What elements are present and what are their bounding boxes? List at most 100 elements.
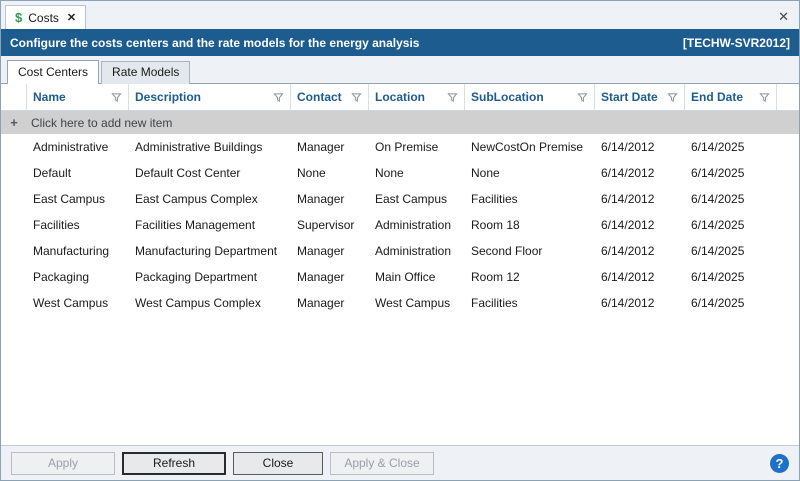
filter-icon[interactable] bbox=[577, 92, 588, 103]
footer: Apply Refresh Close Apply & Close ? bbox=[1, 445, 799, 480]
table-cell[interactable]: East Campus bbox=[369, 192, 465, 206]
table-row[interactable]: FacilitiesFacilities ManagementSuperviso… bbox=[1, 212, 799, 238]
apply-button[interactable]: Apply bbox=[11, 452, 115, 475]
header-gutter bbox=[1, 84, 27, 110]
add-row-label: Click here to add new item bbox=[27, 116, 799, 130]
help-icon[interactable]: ? bbox=[770, 454, 789, 473]
table-cell[interactable]: Administration bbox=[369, 218, 465, 232]
table-cell[interactable]: Facilities bbox=[465, 296, 595, 310]
table-cell[interactable]: West Campus Complex bbox=[129, 296, 291, 310]
banner-text: Configure the costs centers and the rate… bbox=[10, 36, 419, 50]
table-cell[interactable]: East Campus bbox=[27, 192, 129, 206]
table-cell[interactable]: Manager bbox=[291, 244, 369, 258]
table-cell[interactable]: Manufacturing bbox=[27, 244, 129, 258]
table-cell[interactable]: On Premise bbox=[369, 140, 465, 154]
apply-and-close-button[interactable]: Apply & Close bbox=[330, 452, 434, 475]
filter-icon[interactable] bbox=[759, 92, 770, 103]
column-header-label: Name bbox=[33, 90, 66, 104]
table-cell[interactable]: West Campus bbox=[27, 296, 129, 310]
filter-icon[interactable] bbox=[667, 92, 678, 103]
table-row[interactable]: AdministrativeAdministrative BuildingsMa… bbox=[1, 134, 799, 160]
table-cell[interactable]: 6/14/2025 bbox=[685, 218, 777, 232]
dollar-icon: $ bbox=[15, 10, 22, 25]
table-cell[interactable]: Room 18 bbox=[465, 218, 595, 232]
table-cell[interactable]: West Campus bbox=[369, 296, 465, 310]
table-cell[interactable]: Facilities bbox=[27, 218, 129, 232]
table-cell[interactable]: 6/14/2025 bbox=[685, 244, 777, 258]
table-cell[interactable]: 6/14/2012 bbox=[595, 270, 685, 284]
column-header-label: End Date bbox=[691, 90, 743, 104]
table-cell[interactable]: East Campus Complex bbox=[129, 192, 291, 206]
table-cell[interactable]: Manufacturing Department bbox=[129, 244, 291, 258]
table-cell[interactable]: 6/14/2012 bbox=[595, 192, 685, 206]
filter-icon[interactable] bbox=[111, 92, 122, 103]
doc-tab-costs[interactable]: $ Costs ✕ bbox=[5, 5, 86, 29]
table-cell[interactable]: 6/14/2012 bbox=[595, 296, 685, 310]
refresh-button[interactable]: Refresh bbox=[122, 452, 226, 475]
table-cell[interactable]: Manager bbox=[291, 140, 369, 154]
add-new-item-row[interactable]: + Click here to add new item bbox=[1, 111, 799, 134]
table-cell[interactable]: 6/14/2025 bbox=[685, 140, 777, 154]
grid-body: AdministrativeAdministrative BuildingsMa… bbox=[1, 134, 799, 316]
column-header-name[interactable]: Name bbox=[27, 84, 129, 110]
table-cell[interactable]: None bbox=[465, 166, 595, 180]
filter-icon[interactable] bbox=[351, 92, 362, 103]
table-cell[interactable]: 6/14/2012 bbox=[595, 166, 685, 180]
costs-window: $ Costs ✕ ✕ Configure the costs centers … bbox=[0, 0, 800, 481]
table-cell[interactable]: Facilities Management bbox=[129, 218, 291, 232]
table-cell[interactable]: Administration bbox=[369, 244, 465, 258]
table-cell[interactable]: Default Cost Center bbox=[129, 166, 291, 180]
subtabs: Cost Centers Rate Models bbox=[1, 56, 799, 83]
table-cell[interactable]: 6/14/2025 bbox=[685, 192, 777, 206]
banner: Configure the costs centers and the rate… bbox=[1, 29, 799, 56]
table-row[interactable]: PackagingPackaging DepartmentManagerMain… bbox=[1, 264, 799, 290]
table-cell[interactable]: 6/14/2012 bbox=[595, 140, 685, 154]
table-cell[interactable]: Packaging bbox=[27, 270, 129, 284]
table-cell[interactable]: Room 12 bbox=[465, 270, 595, 284]
doc-tab-label: Costs bbox=[28, 11, 59, 25]
column-header-description[interactable]: Description bbox=[129, 84, 291, 110]
table-cell[interactable]: Administrative bbox=[27, 140, 129, 154]
column-header-location[interactable]: Location bbox=[369, 84, 465, 110]
table-cell[interactable]: Administrative Buildings bbox=[129, 140, 291, 154]
tab-rate-models[interactable]: Rate Models bbox=[101, 61, 190, 84]
column-header-label: Contact bbox=[297, 90, 342, 104]
close-button[interactable]: Close bbox=[233, 452, 323, 475]
table-cell[interactable]: None bbox=[369, 166, 465, 180]
tab-cost-centers[interactable]: Cost Centers bbox=[7, 60, 99, 84]
table-cell[interactable]: 6/14/2012 bbox=[595, 244, 685, 258]
table-row[interactable]: East CampusEast Campus ComplexManagerEas… bbox=[1, 186, 799, 212]
table-cell[interactable]: 6/14/2025 bbox=[685, 166, 777, 180]
column-header-start-date[interactable]: Start Date bbox=[595, 84, 685, 110]
column-header-label: Start Date bbox=[601, 90, 658, 104]
table-cell[interactable]: Default bbox=[27, 166, 129, 180]
column-header-end-date[interactable]: End Date bbox=[685, 84, 777, 110]
table-cell[interactable]: Facilities bbox=[465, 192, 595, 206]
table-cell[interactable]: Second Floor bbox=[465, 244, 595, 258]
table-cell[interactable]: Main Office bbox=[369, 270, 465, 284]
table-cell[interactable]: Manager bbox=[291, 192, 369, 206]
table-cell[interactable]: 6/14/2012 bbox=[595, 218, 685, 232]
filter-icon[interactable] bbox=[273, 92, 284, 103]
table-cell[interactable]: Supervisor bbox=[291, 218, 369, 232]
table-row[interactable]: West CampusWest Campus ComplexManagerWes… bbox=[1, 290, 799, 316]
window-close-icon[interactable]: ✕ bbox=[776, 9, 791, 29]
table-cell[interactable]: None bbox=[291, 166, 369, 180]
table-cell[interactable]: 6/14/2025 bbox=[685, 296, 777, 310]
table-cell[interactable]: Manager bbox=[291, 296, 369, 310]
table-cell[interactable]: NewCostOn Premise bbox=[465, 140, 595, 154]
document-tabstrip: $ Costs ✕ ✕ bbox=[1, 1, 799, 29]
column-header-label: SubLocation bbox=[471, 90, 544, 104]
filter-icon[interactable] bbox=[447, 92, 458, 103]
table-cell[interactable]: Packaging Department bbox=[129, 270, 291, 284]
table-row[interactable]: ManufacturingManufacturing DepartmentMan… bbox=[1, 238, 799, 264]
table-cell[interactable]: Manager bbox=[291, 270, 369, 284]
tab-close-icon[interactable]: ✕ bbox=[67, 11, 76, 24]
column-header-contact[interactable]: Contact bbox=[291, 84, 369, 110]
table-cell[interactable]: 6/14/2025 bbox=[685, 270, 777, 284]
column-header-sublocation[interactable]: SubLocation bbox=[465, 84, 595, 110]
add-icon: + bbox=[1, 115, 27, 130]
grid-panel: Name Description Contact Location SubLoc… bbox=[1, 83, 799, 445]
table-row[interactable]: DefaultDefault Cost CenterNoneNoneNone6/… bbox=[1, 160, 799, 186]
column-header-label: Description bbox=[135, 90, 201, 104]
